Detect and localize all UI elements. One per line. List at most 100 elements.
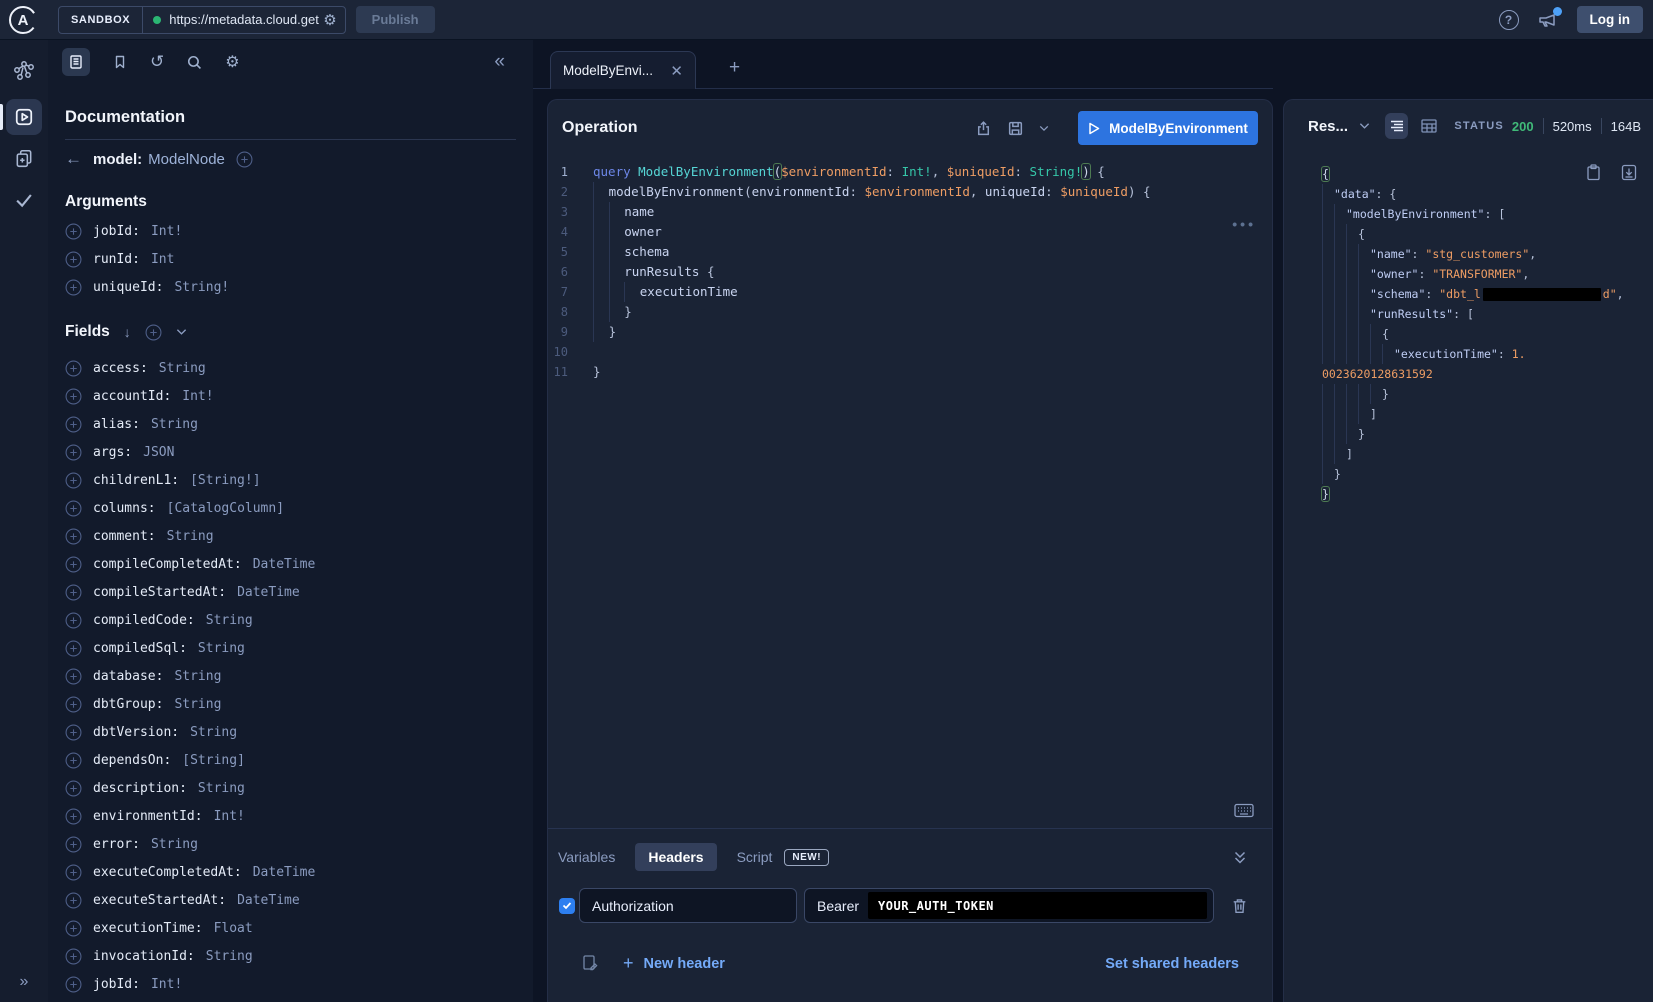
field-row[interactable]: compileCompletedAt:DateTime <box>65 550 516 578</box>
table-view-toggle[interactable] <box>1421 119 1437 133</box>
add-to-query-icon[interactable] <box>65 864 82 881</box>
header-enabled-checkbox[interactable] <box>559 898 575 914</box>
field-row[interactable]: childrenL1:[String!] <box>65 466 516 494</box>
field-row[interactable]: error:String <box>65 830 516 858</box>
field-row[interactable]: alias:String <box>65 410 516 438</box>
field-row[interactable]: executeStartedAt:DateTime <box>65 886 516 914</box>
add-to-query-icon[interactable] <box>65 584 82 601</box>
sidebar-item-explorer[interactable] <box>6 99 42 135</box>
field-row[interactable]: dbtVersion:String <box>65 718 516 746</box>
tab-bookmarks[interactable] <box>112 54 128 70</box>
add-to-query-icon[interactable] <box>65 892 82 909</box>
field-type[interactable]: String! <box>174 280 229 295</box>
field-type[interactable]: [CatalogColumn] <box>167 501 284 516</box>
add-to-query-icon[interactable] <box>65 696 82 713</box>
field-type[interactable]: Int! <box>182 389 213 404</box>
field-type[interactable]: String <box>190 725 237 740</box>
download-response-button[interactable] <box>1621 164 1637 181</box>
header-value-input[interactable]: Bearer YOUR_AUTH_TOKEN <box>804 888 1214 923</box>
add-to-query-icon[interactable] <box>65 948 82 965</box>
add-to-query-icon[interactable] <box>65 808 82 825</box>
back-arrow-icon[interactable]: ← <box>65 149 82 169</box>
add-to-query-icon[interactable] <box>65 920 82 937</box>
apollo-logo-icon[interactable]: A <box>8 5 38 35</box>
add-to-query-icon[interactable] <box>65 472 82 489</box>
code-line[interactable]: 9} <box>548 322 1272 342</box>
expand-rail-button[interactable]: » <box>0 968 48 996</box>
field-type[interactable]: DateTime <box>237 585 300 600</box>
delete-header-button[interactable] <box>1231 897 1248 915</box>
operation-tab[interactable]: ModelByEnvi... ✕ <box>550 51 696 89</box>
add-to-query-icon[interactable] <box>65 668 82 685</box>
code-line[interactable]: 4owner <box>548 222 1272 242</box>
field-row[interactable]: accountId:Int! <box>65 382 516 410</box>
add-to-query-icon[interactable] <box>65 360 82 377</box>
copy-response-button[interactable] <box>1586 164 1601 181</box>
argument-row[interactable]: runId:Int <box>65 245 516 273</box>
code-line[interactable]: 3name <box>548 202 1272 222</box>
publish-button[interactable]: Publish <box>356 6 435 33</box>
header-key-input[interactable]: Authorization <box>579 888 797 923</box>
response-dropdown-chevron-icon[interactable] <box>1359 122 1370 130</box>
collapse-panel-button[interactable]: « <box>494 51 505 73</box>
field-row[interactable]: access:String <box>65 354 516 382</box>
add-to-query-icon[interactable] <box>65 836 82 853</box>
field-type[interactable]: [String] <box>182 753 245 768</box>
json-view-toggle[interactable] <box>1385 113 1408 139</box>
field-type[interactable]: Int <box>151 252 174 267</box>
breadcrumb-type-name[interactable]: ModelNode <box>148 151 225 168</box>
field-type[interactable]: Int! <box>151 977 182 992</box>
field-type[interactable]: DateTime <box>253 557 316 572</box>
tab-variables[interactable]: Variables <box>558 849 615 865</box>
field-type[interactable]: Float <box>214 921 253 936</box>
field-row[interactable]: compiledSql:String <box>65 634 516 662</box>
field-row[interactable]: invocationId:String <box>65 942 516 970</box>
code-line[interactable]: 8} <box>548 302 1272 322</box>
tab-headers[interactable]: Headers <box>635 843 716 871</box>
field-row[interactable]: environmentId:Int! <box>65 802 516 830</box>
field-row[interactable]: database:String <box>65 662 516 690</box>
field-row[interactable]: jobId:Int! <box>65 970 516 998</box>
tab-history[interactable]: ↺ <box>150 52 164 72</box>
new-header-button[interactable]: + New header <box>623 953 725 974</box>
login-button[interactable]: Log in <box>1577 6 1644 33</box>
response-title[interactable]: Res... <box>1308 118 1348 135</box>
sort-fields-icon[interactable]: ↓ <box>124 324 131 340</box>
new-tab-button[interactable]: + <box>729 57 740 79</box>
add-all-fields-icon[interactable] <box>145 324 162 341</box>
help-icon[interactable]: ? <box>1499 10 1519 30</box>
environment-variables-button[interactable] <box>581 954 599 973</box>
add-to-query-icon[interactable] <box>65 388 82 405</box>
field-type[interactable]: DateTime <box>237 893 300 908</box>
field-row[interactable]: dependsOn:[String] <box>65 746 516 774</box>
field-type[interactable]: JSON <box>143 445 174 460</box>
add-to-query-icon[interactable] <box>65 640 82 657</box>
add-to-query-icon[interactable] <box>65 251 82 268</box>
argument-row[interactable]: jobId:Int! <box>65 217 516 245</box>
field-type[interactable]: String <box>151 837 198 852</box>
field-type[interactable]: String <box>174 669 221 684</box>
code-line[interactable]: 1query ModelByEnvironment($environmentId… <box>548 162 1272 182</box>
field-row[interactable]: columns:[CatalogColumn] <box>65 494 516 522</box>
add-to-query-icon[interactable] <box>65 279 82 296</box>
add-to-query-icon[interactable] <box>65 724 82 741</box>
field-type[interactable]: DateTime <box>253 865 316 880</box>
add-to-query-icon[interactable] <box>65 752 82 769</box>
code-line[interactable]: 11} <box>548 362 1272 382</box>
sidebar-item-collections[interactable] <box>0 140 48 176</box>
field-type[interactable]: Int! <box>214 809 245 824</box>
tab-search[interactable] <box>186 54 203 71</box>
field-row[interactable]: compiledCode:String <box>65 606 516 634</box>
field-type[interactable]: Int! <box>151 224 182 239</box>
run-operation-button[interactable]: ModelByEnvironment <box>1078 111 1258 145</box>
tab-documentation[interactable] <box>62 48 90 76</box>
code-line[interactable]: 7executionTime <box>548 282 1272 302</box>
field-type[interactable]: String <box>159 361 206 376</box>
endpoint-settings-gear-icon[interactable]: ⚙ <box>323 11 336 29</box>
field-type[interactable]: String <box>206 949 253 964</box>
code-line[interactable]: 10 <box>548 342 1272 362</box>
field-type[interactable]: String <box>198 781 245 796</box>
sidebar-item-checks[interactable] <box>0 182 48 218</box>
add-to-query-icon[interactable] <box>65 444 82 461</box>
collapse-footer-button[interactable] <box>1232 850 1262 865</box>
